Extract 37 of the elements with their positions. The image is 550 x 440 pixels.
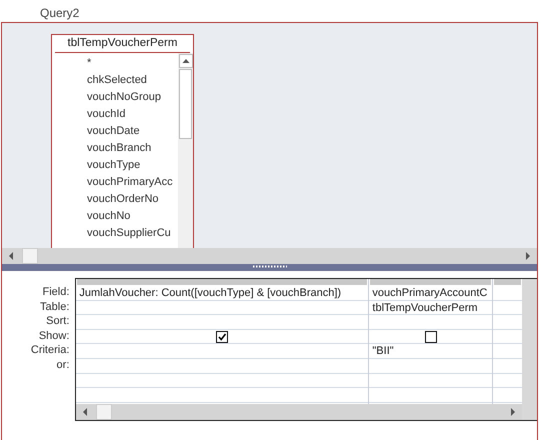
column-selector[interactable] <box>494 279 521 286</box>
column-selector[interactable] <box>77 279 368 286</box>
field-item[interactable]: vouchNoGroup <box>87 89 178 106</box>
row-label: Sort: <box>45 314 70 329</box>
column-selector[interactable] <box>370 279 492 286</box>
grid-cell[interactable]: "BII" <box>369 344 492 359</box>
table-title: tblTempVoucherPerm <box>55 35 190 53</box>
window-title: Query2 <box>40 6 80 20</box>
field-item[interactable]: vouchType <box>87 157 178 174</box>
scrollbar[interactable] <box>522 279 537 420</box>
scroll-up-icon[interactable] <box>178 54 192 68</box>
field-item[interactable]: vouchId <box>87 106 178 123</box>
show-checkbox[interactable] <box>424 330 437 343</box>
field-item[interactable]: vouchNo <box>87 208 178 225</box>
row-label: Table: <box>39 300 70 314</box>
field-item[interactable]: vouchDate <box>87 123 178 140</box>
field-item[interactable]: vouchOrderNo <box>87 191 178 208</box>
grid-cell[interactable]: JumlahVoucher: Count([vouchType] & [vouchBranch]) <box>76 286 368 301</box>
row-label: Field: <box>41 285 70 300</box>
scroll-thumb[interactable] <box>96 404 112 420</box>
scrollbar[interactable] <box>2 248 537 264</box>
field-item[interactable]: * <box>87 55 178 72</box>
grid-cell[interactable]: tblTempVoucherPerm <box>369 300 492 316</box>
row-label: or: <box>56 358 70 373</box>
field-item[interactable]: vouchBranch <box>87 140 178 157</box>
row-label: Criteria: <box>30 343 70 358</box>
grip-icon[interactable] <box>252 265 286 268</box>
scrollbar[interactable] <box>178 53 193 248</box>
show-checkbox[interactable] <box>216 330 228 343</box>
field-item[interactable]: vouchPrimaryAcc <box>87 174 178 191</box>
row-label: Show: <box>38 328 70 344</box>
scroll-thumb[interactable] <box>22 248 38 264</box>
field-item[interactable]: vouchSupplierCu <box>87 225 178 242</box>
grid-cell[interactable]: vouchPrimaryAccountC <box>369 286 492 301</box>
scrollbar[interactable] <box>76 404 522 420</box>
scroll-thumb[interactable] <box>179 69 192 139</box>
field-item[interactable]: chkSelected <box>87 72 178 89</box>
